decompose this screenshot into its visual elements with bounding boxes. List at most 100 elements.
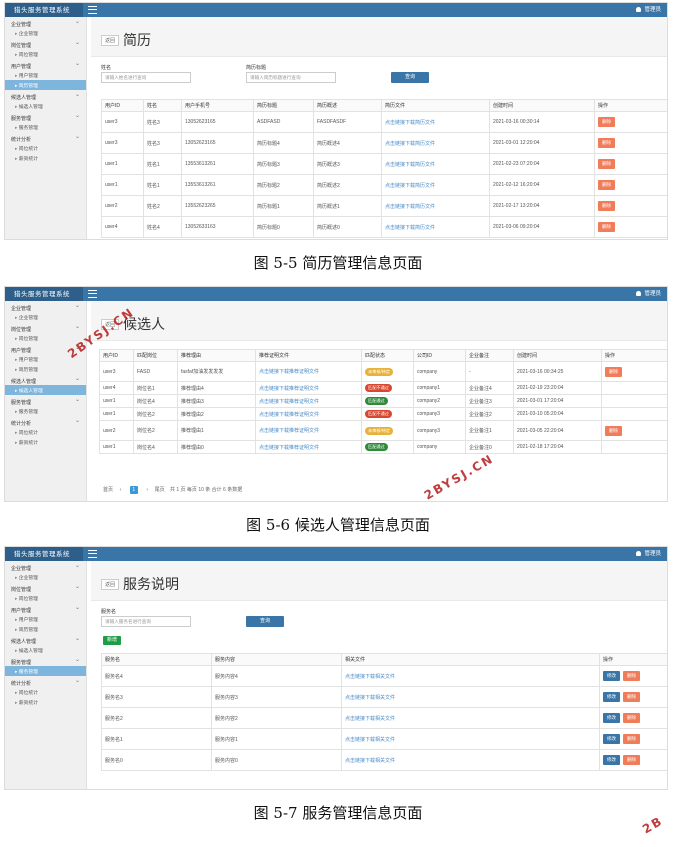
column-header: 匹配状态: [361, 349, 414, 362]
sidebar-group-2[interactable]: 用户管理: [5, 603, 86, 614]
related-file-link[interactable]: 点击链接下载相关文件: [341, 728, 600, 750]
delete-button[interactable]: 删除: [605, 366, 622, 377]
service-name-search-input[interactable]: 请输入服务名进行查询: [101, 616, 191, 627]
sidebar-item[interactable]: 岗位统计: [5, 427, 86, 437]
sidebar-group-5[interactable]: 统计分析: [5, 676, 86, 687]
sidebar-item[interactable]: 企业管理: [5, 28, 86, 38]
related-file-link[interactable]: 点击链接下载相关文件: [341, 749, 600, 771]
delete-button[interactable]: 删除: [623, 734, 640, 744]
caption-fig-5-6: 图 5-6 候选人管理信息页面: [246, 516, 430, 534]
menu-toggle-icon[interactable]: [88, 290, 97, 298]
resume-file-link[interactable]: 点击链接下载简历文件: [381, 153, 490, 175]
delete-button[interactable]: 删除: [598, 117, 615, 127]
sidebar-group-1[interactable]: 岗位管理: [5, 322, 86, 333]
recommend-file-link[interactable]: 点击链接下载推荐证明文件: [255, 407, 362, 421]
sidebar-group-2[interactable]: 用户管理: [5, 59, 86, 70]
sidebar-group-0[interactable]: 企业管理: [5, 561, 86, 572]
name-search-input[interactable]: 请输入姓名进行查询: [101, 72, 191, 83]
delete-button[interactable]: 删除: [623, 671, 640, 681]
sidebar-group-3[interactable]: 候选人管理: [5, 634, 86, 645]
recommend-file-link[interactable]: 点击链接下载推荐证明文件: [255, 361, 362, 382]
sidebar-item[interactable]: 候选人管理: [5, 645, 86, 655]
delete-button[interactable]: 删除: [623, 692, 640, 702]
pager-prev[interactable]: ‹: [116, 486, 124, 494]
delete-button[interactable]: 删除: [605, 425, 622, 436]
sidebar-group-3[interactable]: 候选人管理: [5, 374, 86, 385]
sidebar-item[interactable]: 简历管理: [5, 80, 86, 90]
sidebar-item[interactable]: 岗位管理: [5, 49, 86, 59]
recommend-file-link[interactable]: 点击链接下载推荐证明文件: [255, 381, 362, 395]
recommend-file-link[interactable]: 点击链接下载推荐证明文件: [255, 440, 362, 454]
sidebar-group-4[interactable]: 服务管理: [5, 111, 86, 122]
sidebar-item[interactable]: 服务管理: [5, 122, 86, 132]
sidebar-item[interactable]: 企业管理: [5, 572, 86, 582]
resume-file-link[interactable]: 点击链接下载简历文件: [381, 174, 490, 196]
sidebar-group-0[interactable]: 企业管理: [5, 301, 86, 312]
user-menu[interactable]: 管理员: [636, 547, 661, 561]
title-search-input[interactable]: 请输入简历标题进行查询: [246, 72, 336, 83]
delete-button[interactable]: 删除: [598, 180, 615, 190]
related-file-link[interactable]: 点击链接下载相关文件: [341, 686, 600, 708]
sidebar-item[interactable]: 简历管理: [5, 624, 86, 634]
edit-button[interactable]: 修改: [603, 713, 620, 723]
sidebar-group-5[interactable]: 统计分析: [5, 416, 86, 427]
edit-button[interactable]: 修改: [603, 692, 620, 702]
table-cell: 简历概述1: [313, 195, 382, 217]
sidebar-item[interactable]: 薪资统计: [5, 697, 86, 707]
sidebar-item[interactable]: 岗位管理: [5, 593, 86, 603]
sidebar-item[interactable]: 简历管理: [5, 364, 86, 374]
sidebar-group-1[interactable]: 岗位管理: [5, 38, 86, 49]
related-file-link[interactable]: 点击链接下载相关文件: [341, 665, 600, 687]
sidebar-group-4[interactable]: 服务管理: [5, 395, 86, 406]
delete-button[interactable]: 删除: [623, 755, 640, 765]
sidebar-item[interactable]: 薪资统计: [5, 437, 86, 447]
user-menu[interactable]: 管理员: [636, 287, 661, 301]
sidebar-group-0[interactable]: 企业管理: [5, 17, 86, 28]
resume-file-link[interactable]: 点击链接下载简历文件: [381, 216, 490, 238]
resume-file-link[interactable]: 点击链接下载简历文件: [381, 132, 490, 154]
table-cell: 匹配不通过: [361, 407, 414, 421]
sidebar-group-4[interactable]: 服务管理: [5, 655, 86, 666]
recommend-file-link[interactable]: 点击链接下载推荐证明文件: [255, 420, 362, 441]
edit-button[interactable]: 修改: [603, 734, 620, 744]
resume-file-link[interactable]: 点击链接下载简历文件: [381, 195, 490, 217]
table-cell: 2021-02-23 07:20:04: [489, 153, 595, 175]
sidebar-item[interactable]: 企业管理: [5, 312, 86, 322]
page-title: 服务说明: [123, 577, 179, 593]
delete-button[interactable]: 删除: [598, 138, 615, 148]
delete-button[interactable]: 删除: [623, 713, 640, 723]
sidebar-item[interactable]: 岗位统计: [5, 143, 86, 153]
user-menu[interactable]: 管理员: [636, 3, 661, 17]
sidebar-item[interactable]: 岗位管理: [5, 333, 86, 343]
sidebar-item[interactable]: 候选人管理: [5, 385, 86, 395]
edit-button[interactable]: 修改: [603, 755, 620, 765]
back-button[interactable]: 返回: [101, 579, 120, 590]
sidebar-item[interactable]: 用户管理: [5, 70, 86, 80]
query-button[interactable]: 查询: [246, 616, 284, 627]
sidebar-item[interactable]: 服务管理: [5, 666, 86, 676]
sidebar-item[interactable]: 用户管理: [5, 614, 86, 624]
sidebar-item[interactable]: 岗位统计: [5, 687, 86, 697]
sidebar-item[interactable]: 服务管理: [5, 406, 86, 416]
query-button[interactable]: 查询: [391, 72, 429, 83]
sidebar-group-5[interactable]: 统计分析: [5, 132, 86, 143]
menu-toggle-icon[interactable]: [88, 550, 97, 558]
menu-toggle-icon[interactable]: [88, 6, 97, 14]
pager-current[interactable]: 1: [129, 486, 138, 494]
sidebar-group-3[interactable]: 候选人管理: [5, 90, 86, 101]
delete-button[interactable]: 删除: [598, 159, 615, 169]
related-file-link[interactable]: 点击链接下载相关文件: [341, 707, 600, 729]
add-button[interactable]: 新增: [103, 636, 121, 645]
sidebar-item[interactable]: 薪资统计: [5, 153, 86, 163]
edit-button[interactable]: 修改: [603, 671, 620, 681]
delete-button[interactable]: 删除: [598, 222, 615, 232]
pager-next[interactable]: ›: [143, 486, 151, 494]
pager-last[interactable]: 尾页: [155, 487, 165, 493]
delete-button[interactable]: 删除: [598, 201, 615, 211]
sidebar-group-1[interactable]: 岗位管理: [5, 582, 86, 593]
back-button[interactable]: 返回: [101, 35, 120, 46]
resume-file-link[interactable]: 点击链接下载简历文件: [381, 111, 490, 133]
pager-first[interactable]: 首页: [103, 487, 113, 493]
sidebar-item[interactable]: 候选人管理: [5, 101, 86, 111]
recommend-file-link[interactable]: 点击链接下载推荐证明文件: [255, 394, 362, 408]
